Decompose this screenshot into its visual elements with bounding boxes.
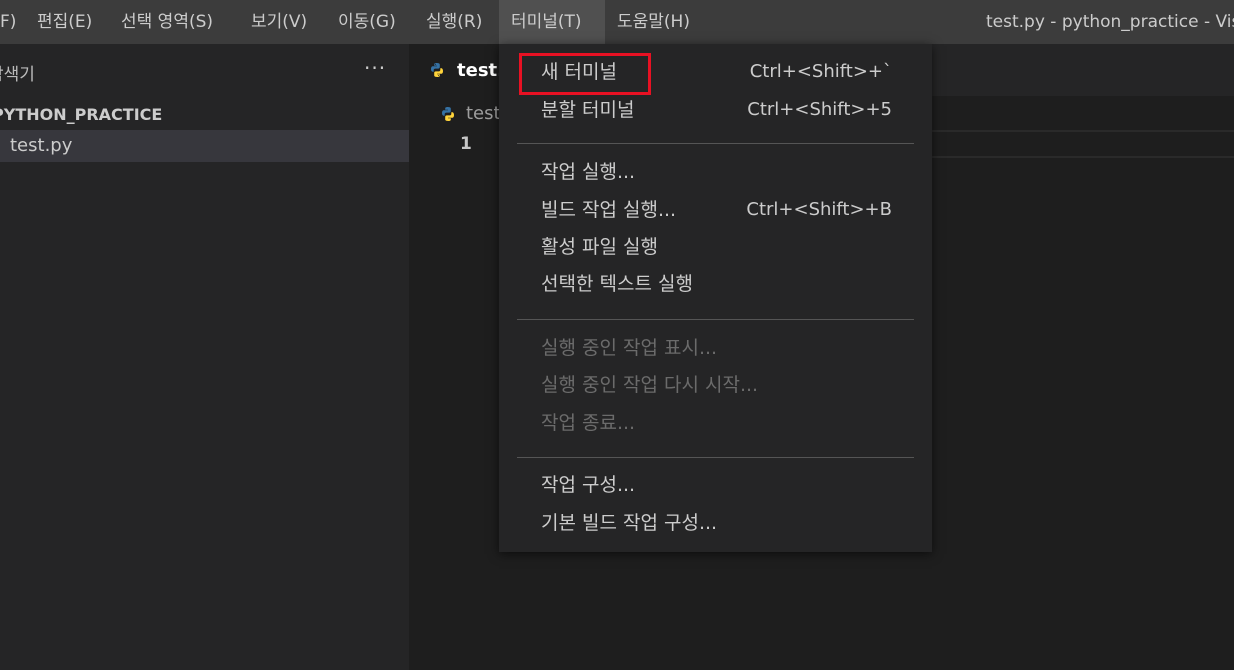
more-actions-icon[interactable]: ··· [364,56,386,80]
menu-terminate-task: 작업 종료... [499,405,932,441]
highlight-annotation-box [519,53,651,95]
window-title: test.py - python_practice - Visua [986,12,1234,32]
menu-configure-default-build-task[interactable]: 기본 빌드 작업 구성... [499,505,932,541]
file-label: test.py [10,135,73,156]
menu-run-build-task[interactable]: 빌드 작업 실행... Ctrl+<Shift>+B [499,192,932,228]
menu-run-selected-text[interactable]: 선택한 텍스트 실행 [499,266,932,302]
file-tree-item[interactable]: test.py [0,130,409,162]
menu-configure-tasks[interactable]: 작업 구성... [499,467,932,503]
menu-item-label: 선택한 텍스트 실행 [541,273,693,295]
line-number: 1 [460,134,472,154]
menu-item-label: 작업 종료... [541,412,636,434]
menu-item-label: 기본 빌드 작업 구성... [541,512,718,534]
menu-split-terminal[interactable]: 분할 터미널 Ctrl+<Shift>+5 [499,92,932,128]
menu-separator [517,319,914,320]
menu-item-label: 분할 터미널 [541,99,635,121]
menu-bar: F) 편집(E) 선택 영역(S) 보기(V) 이동(G) 실행(R) 터미널(… [0,0,1234,44]
menu-item-label: 실행 중인 작업 표시... [541,337,718,359]
menu-item-label: 활성 파일 실행 [541,236,658,258]
explorer-title: 탐색기 [0,65,35,85]
menu-item-label: 작업 구성... [541,474,636,496]
menu-run-active-file[interactable]: 활성 파일 실행 [499,229,932,265]
menu-item-shortcut: Ctrl+<Shift>+B [746,199,892,220]
menu-help[interactable]: 도움말(H) [605,0,702,44]
menu-item-label: 실행 중인 작업 다시 시작... [541,374,759,396]
python-breadcrumb-icon [442,107,454,121]
menu-restart-running-task: 실행 중인 작업 다시 시작... [499,367,932,403]
folder-name[interactable]: PYTHON_PRACTICE [0,105,162,124]
menu-separator [517,143,914,144]
menu-view[interactable]: 보기(V) [239,0,319,44]
menu-terminal[interactable]: 터미널(T) [499,0,605,44]
breadcrumb[interactable]: test [466,103,501,124]
menu-run-task[interactable]: 작업 실행... [499,154,932,190]
menu-edit[interactable]: 편집(E) [25,0,104,44]
editor-tab[interactable]: test.p [409,44,517,96]
current-line-highlight [930,130,1234,158]
menu-item-label: 빌드 작업 실행... [541,199,677,221]
terminal-menu-dropdown: 새 터미널 Ctrl+<Shift>+` 분할 터미널 Ctrl+<Shift>… [499,44,932,552]
menu-separator [517,457,914,458]
menu-selection[interactable]: 선택 영역(S) [109,0,225,44]
explorer-sidebar: 탐색기 ··· PYTHON_PRACTICE test.py [0,44,409,670]
python-file-icon [431,63,443,77]
menu-show-running-tasks: 실행 중인 작업 표시... [499,330,932,366]
menu-item-shortcut: Ctrl+<Shift>+` [749,61,892,82]
menu-item-shortcut: Ctrl+<Shift>+5 [747,99,892,120]
menu-go[interactable]: 이동(G) [326,0,408,44]
menu-item-label: 작업 실행... [541,161,636,183]
menu-run[interactable]: 실행(R) [414,0,494,44]
